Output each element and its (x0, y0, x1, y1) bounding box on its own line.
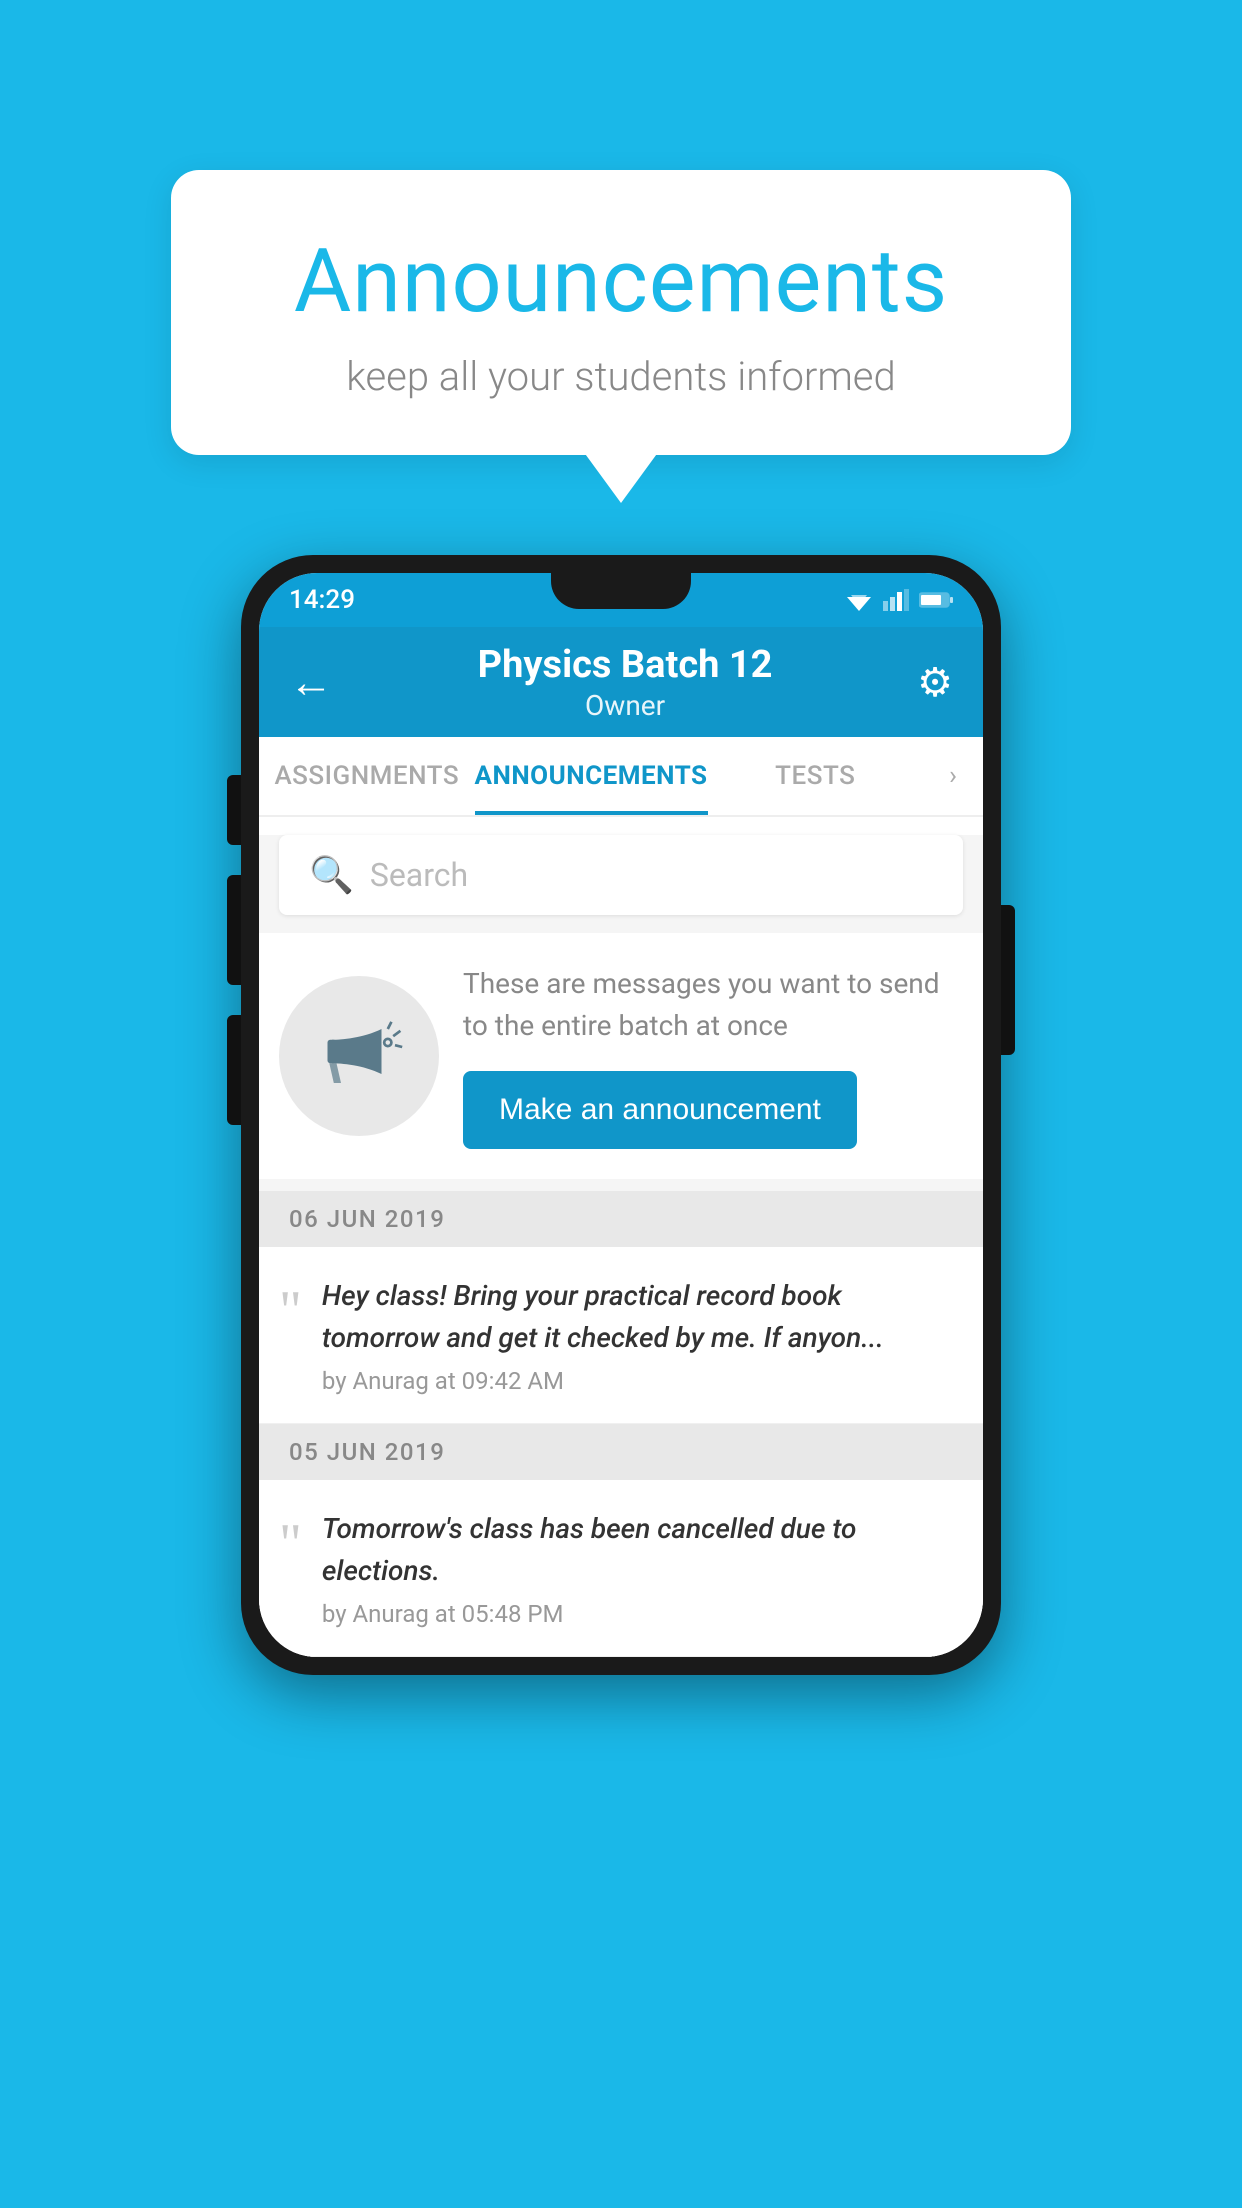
app-bar-subtitle: Owner (333, 689, 917, 722)
settings-button[interactable]: ⚙ (917, 659, 953, 706)
mute-button[interactable] (227, 1015, 241, 1125)
search-icon: 🔍 (309, 854, 354, 896)
announcement-text-1: Hey class! Bring your practical record b… (322, 1275, 953, 1359)
phone-notch (551, 573, 691, 609)
promo-icon-circle (279, 976, 439, 1136)
tab-announcements[interactable]: ANNOUNCEMENTS (475, 737, 708, 815)
promo-card: These are messages you want to send to t… (259, 933, 983, 1179)
megaphone-icon (314, 1011, 404, 1101)
battery-icon (919, 591, 953, 609)
phone-screen: 14:29 (259, 573, 983, 1657)
wifi-icon (845, 589, 873, 611)
phone-outer: 14:29 (241, 555, 1001, 1675)
bubble-subtitle: keep all your students informed (251, 353, 991, 400)
volume-down-button[interactable] (227, 875, 241, 985)
tab-assignments[interactable]: ASSIGNMENTS (259, 737, 475, 815)
promo-content: These are messages you want to send to t… (463, 963, 953, 1149)
status-icons (845, 589, 953, 611)
date-separator-1: 06 JUN 2019 (259, 1191, 983, 1247)
tab-more[interactable]: › (923, 737, 983, 815)
announcement-item-2[interactable]: " Tomorrow's class has been cancelled du… (259, 1480, 983, 1657)
bubble-title: Announcements (251, 230, 991, 333)
app-bar-title-block: Physics Batch 12 Owner (333, 643, 917, 722)
app-bar: ← Physics Batch 12 Owner ⚙ (259, 627, 983, 737)
search-bar[interactable]: 🔍 Search (279, 835, 963, 915)
announcement-by-2: by Anurag at 05:48 PM (322, 1600, 953, 1628)
tabs-bar: ASSIGNMENTS ANNOUNCEMENTS TESTS › (259, 737, 983, 817)
announcement-content-1: Hey class! Bring your practical record b… (322, 1275, 953, 1395)
quote-icon-1: " (279, 1283, 302, 1339)
phone-mockup: 14:29 (241, 555, 1001, 1675)
make-announcement-button[interactable]: Make an announcement (463, 1071, 857, 1149)
announcement-content-2: Tomorrow's class has been cancelled due … (322, 1508, 953, 1628)
tab-tests[interactable]: TESTS (708, 737, 924, 815)
announcement-item-1[interactable]: " Hey class! Bring your practical record… (259, 1247, 983, 1424)
announcement-text-2: Tomorrow's class has been cancelled due … (322, 1508, 953, 1592)
speech-bubble-card: Announcements keep all your students inf… (171, 170, 1071, 455)
signal-icon (883, 589, 909, 611)
volume-up-button[interactable] (227, 775, 241, 845)
promo-description: These are messages you want to send to t… (463, 963, 953, 1047)
back-button[interactable]: ← (289, 656, 333, 708)
announcement-by-1: by Anurag at 09:42 AM (322, 1367, 953, 1395)
search-placeholder: Search (370, 856, 468, 894)
date-separator-2: 05 JUN 2019 (259, 1424, 983, 1480)
status-time: 14:29 (289, 585, 355, 615)
quote-icon-2: " (279, 1516, 302, 1572)
app-bar-title: Physics Batch 12 (333, 643, 917, 687)
content-area: 🔍 Search (259, 835, 983, 1657)
power-button[interactable] (1001, 905, 1015, 1055)
